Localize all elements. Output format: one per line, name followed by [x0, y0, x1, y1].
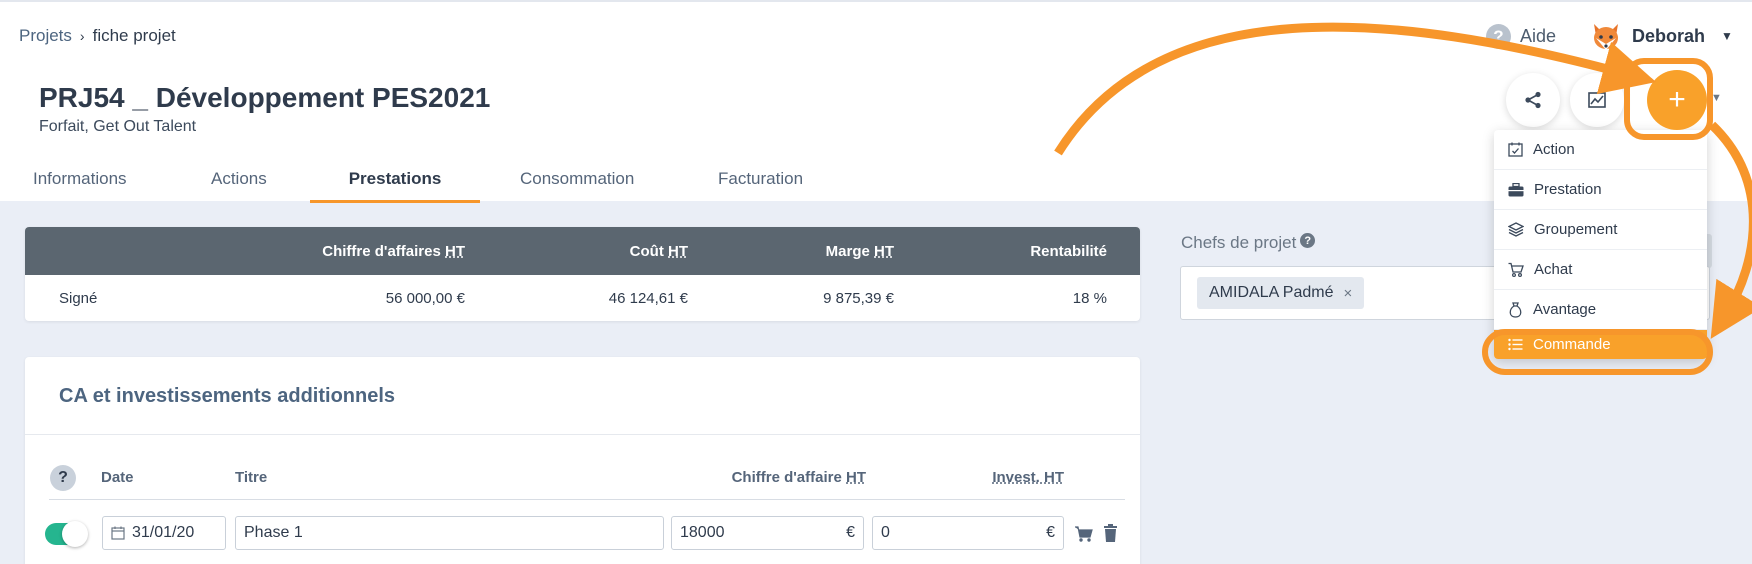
- invest-value: 0: [881, 524, 890, 541]
- toggle-knob: [62, 521, 88, 547]
- breadcrumb-projets-link[interactable]: Projets: [19, 26, 72, 46]
- money-bag-icon: [1509, 301, 1522, 318]
- column-invest: Invest. HT: [992, 469, 1064, 486]
- menu-item-prestation[interactable]: Prestation: [1494, 170, 1707, 210]
- header-chiffre-affaires: Chiffre d'affaires HT: [322, 242, 465, 260]
- euro-unit: €: [846, 524, 855, 541]
- add-button[interactable]: +: [1647, 70, 1707, 130]
- help-label: Aide: [1520, 26, 1557, 46]
- titre-input[interactable]: Phase 1: [235, 516, 664, 550]
- chiffre-affaire-input[interactable]: 18000 €: [671, 516, 864, 550]
- row-rentabilite: 18 %: [1072, 289, 1107, 307]
- chevron-down-icon: ▼: [1721, 29, 1733, 43]
- menu-item-avantage[interactable]: Avantage: [1494, 290, 1707, 330]
- share-button[interactable]: [1506, 73, 1560, 127]
- summary-header-row: Chiffre d'affaires HT Coût HT Marge HT R…: [25, 227, 1140, 275]
- share-icon: [1525, 91, 1541, 109]
- column-titre: Titre: [235, 469, 268, 486]
- table-row: Signé 56 000,00 € 46 124,61 € 9 875,39 €…: [25, 275, 1140, 321]
- row-cout: 46 124,61 €: [608, 289, 688, 307]
- header-marge: Marge HT: [825, 242, 894, 260]
- help-link[interactable]: ? Aide: [1486, 24, 1556, 49]
- cart-icon: [1508, 262, 1524, 277]
- ca-investissements-card: CA et investissements additionnels ? Dat…: [25, 357, 1140, 564]
- chart-icon: [1588, 92, 1606, 108]
- summary-table: Chiffre d'affaires HT Coût HT Marge HT R…: [25, 227, 1140, 321]
- breadcrumb-separator-icon: ›: [79, 28, 85, 44]
- commande-highlight-frame: [1482, 329, 1713, 375]
- page-title: PRJ54 _ Développement PES2021: [39, 82, 491, 113]
- trash-icon[interactable]: [1103, 524, 1118, 542]
- header-cout: Coût HT: [629, 242, 688, 260]
- divider: [25, 434, 1140, 435]
- calendar-check-icon: [1508, 142, 1523, 157]
- ca-value: 18000: [680, 524, 725, 541]
- menu-item-achat[interactable]: Achat: [1494, 250, 1707, 290]
- breadcrumb-current: fiche projet: [92, 26, 176, 45]
- row-ca: 56 000,00 €: [385, 289, 465, 307]
- breadcrumb: Projets › fiche projet: [19, 26, 176, 46]
- user-menu[interactable]: Deborah ▼: [1590, 20, 1733, 52]
- tab-informations[interactable]: Informations: [33, 157, 127, 203]
- cart-icon[interactable]: [1074, 525, 1094, 543]
- close-icon[interactable]: ×: [1344, 285, 1353, 302]
- tab-actions[interactable]: Actions: [211, 157, 267, 203]
- help-icon[interactable]: ?: [50, 465, 76, 491]
- page-subtitle: Forfait, Get Out Talent: [39, 118, 197, 135]
- menu-item-groupement[interactable]: Groupement: [1494, 210, 1707, 250]
- column-date: Date: [101, 469, 134, 486]
- chevron-down-icon[interactable]: ▼: [1711, 92, 1722, 104]
- row-active-toggle[interactable]: [45, 521, 88, 547]
- help-icon[interactable]: ?: [1300, 233, 1316, 248]
- row-label: Signé: [59, 289, 98, 307]
- divider: [49, 499, 1125, 500]
- titre-value: Phase 1: [244, 524, 303, 541]
- chefs-label: Chefs de projet ?: [1181, 233, 1316, 253]
- chart-button[interactable]: [1570, 73, 1624, 127]
- tab-consommation[interactable]: Consommation: [520, 157, 634, 203]
- briefcase-icon: [1508, 182, 1524, 196]
- euro-unit: €: [1046, 524, 1055, 541]
- add-menu: Action Prestation Groupement Achat Avant…: [1494, 130, 1707, 359]
- layers-icon: [1508, 222, 1524, 237]
- calendar-icon: [111, 526, 125, 540]
- help-icon: ?: [1486, 24, 1511, 49]
- chef-chip: AMIDALA Padmé ×: [1197, 277, 1365, 309]
- row-marge: 9 875,39 €: [823, 289, 894, 307]
- card-title: CA et investissements additionnels: [59, 385, 396, 407]
- date-value: 31/01/20: [132, 524, 195, 541]
- chip-label: AMIDALA Padmé: [1209, 284, 1334, 301]
- fox-avatar-icon: [1590, 20, 1622, 52]
- tab-prestations[interactable]: Prestations: [310, 157, 480, 203]
- invest-input[interactable]: 0 €: [872, 516, 1064, 550]
- date-input[interactable]: 31/01/20: [102, 516, 226, 550]
- header: Projets › fiche projet PRJ54 _ Développe…: [0, 0, 1752, 203]
- user-name: Deborah: [1632, 25, 1706, 46]
- header-rentabilite: Rentabilité: [1030, 242, 1107, 260]
- column-chiffre-affaire: Chiffre d'affaire HT: [731, 469, 866, 486]
- tab-facturation[interactable]: Facturation: [718, 157, 803, 203]
